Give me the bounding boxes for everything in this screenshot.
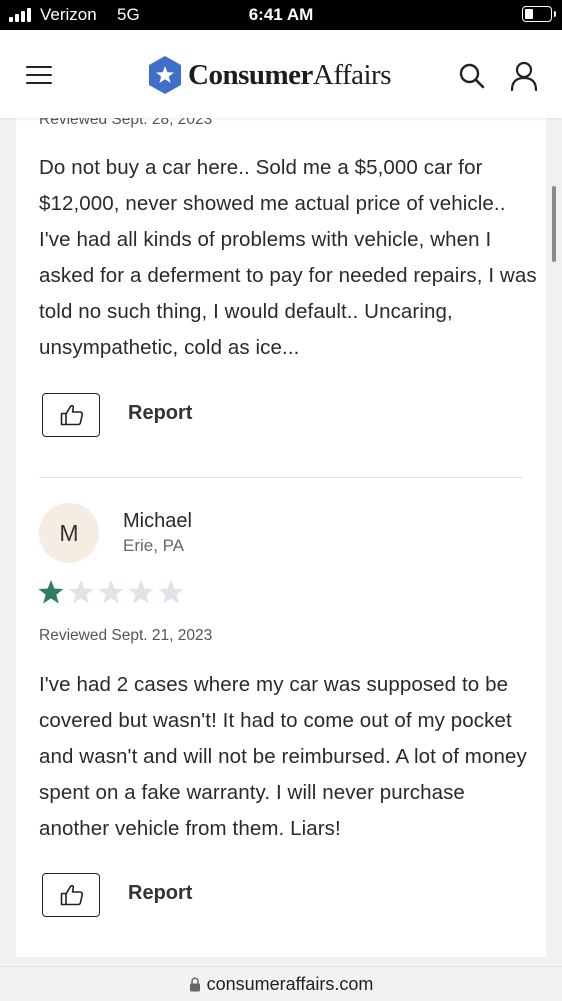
reviews-list: Reviewed Sept. 28, 2023 Do not buy a car… [16,117,546,957]
thumbs-up-icon [60,404,84,426]
review-date: Reviewed Sept. 28, 2023 [39,117,213,128]
logo-text: ConsumerAffairs [188,58,392,91]
report-link[interactable]: Report [128,402,192,425]
star-empty-icon [98,580,124,604]
thumbs-up-icon [60,884,84,906]
url-text: consumeraffairs.com [206,974,374,994]
helpful-button[interactable] [42,873,100,917]
review-text: I've had 2 cases where my car was suppos… [39,673,527,840]
shield-star-icon [149,56,181,94]
clock: 6:41 AM [248,5,314,24]
user-account-icon[interactable] [510,61,538,91]
avatar: M [39,503,99,563]
hamburger-menu-icon[interactable] [26,66,52,85]
battery-icon [522,6,556,22]
lock-icon [189,977,200,992]
reviewer-name: Michael [123,510,192,532]
reviewer-location: Erie, PA [123,536,185,555]
star-rating [38,580,184,604]
star-filled-icon [38,580,64,604]
star-empty-icon [68,580,94,604]
status-bar: Verizon 5G 6:41 AM [0,0,562,30]
report-link[interactable]: Report [128,882,192,905]
search-icon[interactable] [458,62,486,90]
consumeraffairs-logo[interactable]: ConsumerAffairs [147,55,392,95]
review-date: Reviewed Sept. 21, 2023 [39,627,213,644]
star-empty-icon [158,580,184,604]
review-divider [39,477,522,478]
star-empty-icon [128,580,154,604]
browser-url-bar[interactable]: consumeraffairs.com [0,966,562,1001]
helpful-button[interactable] [42,393,100,437]
scrollbar[interactable] [552,186,556,262]
site-header: ConsumerAffairs [0,30,562,118]
review-text: Do not buy a car here.. Sold me a $5,000… [39,156,537,359]
